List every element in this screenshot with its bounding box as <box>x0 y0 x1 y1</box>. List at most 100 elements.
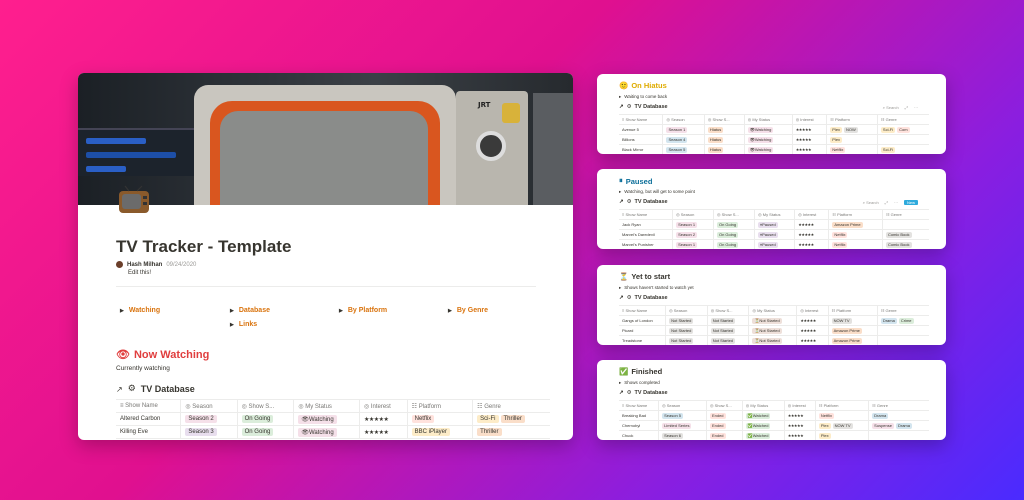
cell-season[interactable]: Season 5 <box>662 144 705 154</box>
cell-season[interactable]: Limited Series <box>658 420 707 431</box>
cell-platform[interactable]: Amazon Prime <box>827 325 878 336</box>
cell-show-status[interactable]: On Going <box>236 425 294 439</box>
toggle-arrow-icon[interactable]: ▶ <box>120 308 124 314</box>
table-row[interactable]: Marvel's Punisher Season 1 On Going ⏸Paused… <box>619 239 929 249</box>
cell-season[interactable]: Season 3 <box>180 425 238 439</box>
column-header-show-name[interactable]: ≡ Show Name <box>619 114 663 125</box>
cell-show-status[interactable]: Not Started <box>706 315 749 326</box>
column-header-my-status[interactable]: ◎ My Status <box>741 400 785 411</box>
cell-my-status[interactable]: 👁Watching <box>743 134 793 145</box>
search-button[interactable]: ⌕ Search <box>863 200 879 205</box>
cell-genre[interactable]: Drama Crime <box>876 315 929 326</box>
cell-platform[interactable]: Netflix <box>828 229 883 240</box>
cell-my-status[interactable]: ✅Watched <box>741 430 785 440</box>
column-header-season[interactable]: ◎ Season <box>658 400 707 411</box>
column-header-season[interactable]: ◎ Season <box>665 305 708 316</box>
cell-platform[interactable]: Amazon Prime <box>827 335 878 345</box>
column-header-my-status[interactable]: ◎ My Status <box>754 209 795 220</box>
cell-my-status[interactable]: ✅Watched <box>741 410 785 421</box>
cell-show-status[interactable]: On Going <box>712 229 755 240</box>
column-header-my-status[interactable]: ◎ My Status <box>748 305 797 316</box>
cell-interest[interactable]: ★★★★★ <box>794 229 829 240</box>
cell-season[interactable]: Not Started <box>665 315 708 326</box>
expand-icon[interactable]: ⤢ <box>885 200 888 205</box>
tv-icon[interactable] <box>116 185 152 219</box>
cell-show-name[interactable]: Black Mirror <box>619 144 663 154</box>
cell-show-status[interactable]: Ended <box>705 430 743 440</box>
cell-show-status[interactable]: Ended <box>705 420 743 431</box>
table-row[interactable]: Breaking Bad Season 5 Ended ✅Watched ★★★★★ Ne… <box>619 410 929 421</box>
cell-show-status[interactable]: Not Started <box>706 325 749 336</box>
more-icon[interactable]: ··· <box>894 200 898 205</box>
column-header-season[interactable]: ◎ Season <box>662 114 705 125</box>
table-row[interactable]: Billions Season 4 Hiatus 👁Watching ★★★★★ Plex <box>619 134 929 145</box>
cell-interest[interactable]: ★★★★★ <box>794 239 829 249</box>
cell-my-status[interactable]: ⏳Not Started <box>748 335 797 345</box>
cell-season[interactable]: Season 6 <box>658 430 707 440</box>
cell-show-name[interactable]: Marvel's Punisher <box>619 239 673 249</box>
cell-platform[interactable]: Amazon Prime <box>828 219 883 230</box>
table-row[interactable]: Picard Not Started Not Started ⏳Not Started… <box>619 325 929 336</box>
cell-genre[interactable]: Suspense Drama <box>868 420 929 431</box>
column-header-genre[interactable]: ☷ Genre <box>876 305 929 316</box>
column-header-interest[interactable]: ◎ Interest <box>796 305 829 316</box>
cell-genre[interactable]: Thriller <box>472 425 550 439</box>
cell-show-name[interactable]: Altered Carbon <box>116 412 181 426</box>
cell-my-status[interactable]: 👁Watching <box>293 425 360 439</box>
column-header-my-status[interactable]: ◎ My Status <box>743 114 793 125</box>
column-header-show-status[interactable]: ◎ Show S... <box>712 209 755 220</box>
column-header-platform[interactable]: ☷ Platform <box>406 399 473 413</box>
cell-genre[interactable] <box>881 219 929 230</box>
cell-platform[interactable]: Netflix <box>828 239 883 249</box>
new-button[interactable]: New <box>903 200 918 205</box>
toggle-arrow-icon[interactable]: ▶ <box>230 322 234 328</box>
column-header-show-name[interactable]: ≡ Show Name <box>619 305 666 316</box>
expand-icon[interactable]: ⤢ <box>905 105 908 110</box>
hiatus-db-title[interactable]: ↗ ⚙ TV Database <box>619 104 668 110</box>
column-header-interest[interactable]: ◎ Interest <box>783 400 816 411</box>
more-icon[interactable]: ··· <box>914 105 918 110</box>
cell-season[interactable]: Season 2 <box>672 229 714 240</box>
column-header-show-status[interactable]: ◎ Show S... <box>703 114 745 125</box>
cell-season[interactable]: Season 1 <box>662 124 705 135</box>
column-header-platform[interactable]: ☷ Platform <box>827 305 878 316</box>
paused-db-title[interactable]: ↗ ⚙ TV Database <box>619 199 668 205</box>
column-header-interest[interactable]: ◎ Interest <box>791 114 827 125</box>
cell-platform[interactable]: Plex <box>814 430 869 440</box>
finished-db-title[interactable]: ↗ ⚙ TV Database <box>619 390 668 396</box>
cell-interest[interactable]: ★★★★★ <box>791 144 827 154</box>
column-header-genre[interactable]: ☷ Genre <box>881 209 929 220</box>
cell-show-status[interactable]: Hiatus <box>703 124 745 135</box>
cell-platform[interactable]: Plex <box>826 134 878 145</box>
cell-genre[interactable]: Drama <box>868 410 929 421</box>
cell-interest[interactable]: ★★★★★ <box>791 124 827 135</box>
toggle-database[interactable]: ▶ Database <box>230 307 270 314</box>
toggle-arrow-icon[interactable]: ▶ <box>448 308 452 314</box>
cell-platform[interactable]: NOW TV <box>827 315 878 326</box>
table-row[interactable]: Marvel's Daredevil Season 2 On Going ⏸Pause… <box>619 229 929 240</box>
column-header-platform[interactable]: ☷ Platform <box>826 114 878 125</box>
column-header-season[interactable]: ◎ Season <box>180 399 238 413</box>
cell-my-status[interactable]: ✅Watched <box>741 420 785 431</box>
column-header-platform[interactable]: ☷ Platform <box>828 209 883 220</box>
column-header-genre[interactable]: ☷ Genre <box>876 114 929 125</box>
cell-season[interactable]: Season 4 <box>662 134 705 145</box>
cell-my-status[interactable]: ⏸Paused <box>754 219 795 230</box>
cell-genre[interactable]: Sci-Fi Com <box>876 124 929 135</box>
cell-interest[interactable]: ★★★★★ <box>796 325 829 336</box>
cell-show-name[interactable]: Gangs of London <box>619 315 666 326</box>
cell-season[interactable]: Season 1 <box>672 239 714 249</box>
cell-show-status[interactable]: On Going <box>236 412 294 426</box>
cell-genre[interactable] <box>876 335 929 345</box>
cell-genre[interactable]: Sci-Fi <box>876 144 929 154</box>
cell-show-name[interactable]: Marvel's Daredevil <box>619 229 673 240</box>
cell-show-status[interactable]: Hiatus <box>703 144 745 154</box>
toggle-arrow-icon[interactable]: ▶ <box>339 308 343 314</box>
toggle-by-platform[interactable]: ▶ By Platform <box>339 307 387 314</box>
cell-my-status[interactable]: 👁Watching <box>743 124 793 135</box>
cell-my-status[interactable]: ⏳Not Started <box>748 325 797 336</box>
cell-show-status[interactable]: Ended <box>705 410 743 421</box>
cell-platform[interactable]: BBC iPlayer <box>406 425 473 439</box>
cell-show-name[interactable]: Picard <box>619 325 666 336</box>
cell-platform[interactable]: Netflix <box>826 144 878 154</box>
